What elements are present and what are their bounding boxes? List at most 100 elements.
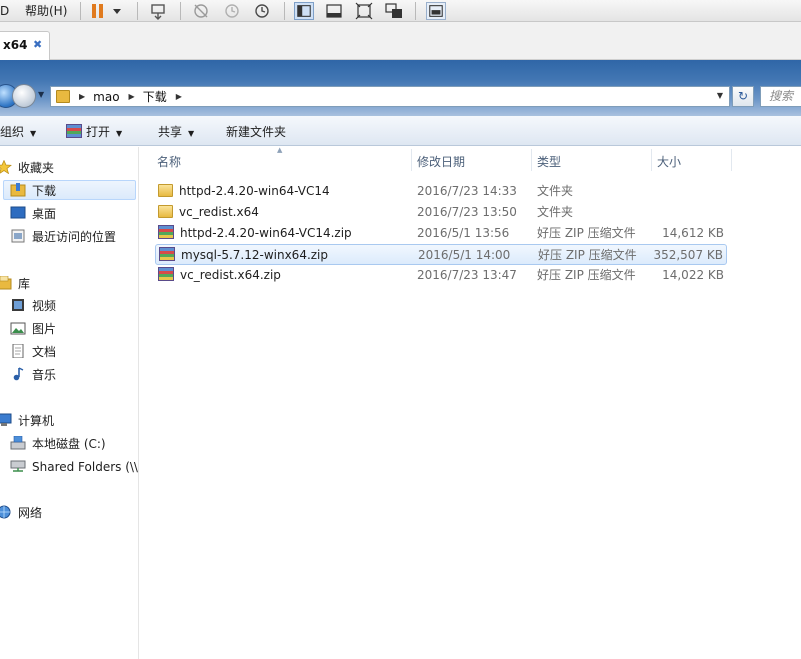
pause-icon[interactable] — [88, 2, 108, 20]
star-icon — [0, 160, 12, 174]
nav-network-label: 网络 — [18, 506, 43, 520]
file-type: 文件夹 — [537, 205, 574, 219]
forward-button[interactable] — [12, 84, 36, 108]
computer-icon — [0, 413, 12, 426]
breadcrumb-downloads[interactable]: 下载 — [143, 88, 167, 105]
file-row[interactable]: httpd-2.4.20-win64-VC14.zip 2016/5/1 13:… — [155, 223, 727, 244]
file-name: vc_redist.x64.zip — [180, 268, 281, 282]
file-type: 好压 ZIP 压缩文件 — [537, 226, 636, 240]
recent-places-icon — [11, 229, 25, 243]
toolbar-divider — [284, 2, 285, 20]
hard-disk-icon — [10, 436, 26, 450]
menu-partial[interactable]: D — [0, 0, 9, 22]
vm-tab-strip: x64 ✖ — [0, 22, 801, 61]
navigation-pane: 收藏夹 下载 桌面 最近访问的位置 库 视频 图片 文档 音乐 计算机 本地磁盘… — [0, 147, 139, 659]
nav-shared-folders[interactable]: Shared Folders (\\ — [10, 457, 138, 477]
share-button[interactable]: 共享 ▼ — [158, 123, 194, 140]
refresh-button[interactable]: ↻ — [732, 86, 754, 107]
nav-recent[interactable]: 最近访问的位置 — [10, 227, 116, 247]
nav-music[interactable]: 音乐 — [10, 365, 56, 385]
address-bar[interactable]: ▶ mao ▶ 下载 ▶ ▼ — [50, 86, 730, 107]
breadcrumb-mao[interactable]: mao — [93, 90, 119, 104]
column-divider[interactable] — [411, 149, 412, 171]
column-header-size[interactable]: 大小 — [657, 153, 681, 170]
network-icon — [0, 505, 11, 519]
crumb-separator-icon[interactable]: ▶ — [129, 92, 135, 101]
file-date: 2016/7/23 14:33 — [417, 184, 517, 198]
file-name: vc_redist.x64 — [179, 205, 259, 219]
nav-downloads-label: 下载 — [32, 184, 57, 198]
file-name: httpd-2.4.20-win64-VC14.zip — [180, 226, 352, 240]
column-divider[interactable] — [531, 149, 532, 171]
file-date: 2016/7/23 13:47 — [417, 268, 517, 282]
file-date: 2016/5/1 14:00 — [418, 248, 511, 262]
crumb-separator-icon[interactable]: ▶ — [176, 92, 182, 101]
column-divider[interactable] — [651, 149, 652, 171]
nav-downloads[interactable]: 下载 — [3, 180, 136, 200]
file-row[interactable]: httpd-2.4.20-win64-VC14 2016/7/23 14:33 … — [155, 181, 727, 202]
crumb-separator-icon[interactable]: ▶ — [79, 92, 85, 101]
address-dropdown-icon[interactable]: ▼ — [717, 91, 723, 100]
pictures-icon — [10, 322, 26, 335]
nav-network[interactable]: 网络 — [0, 503, 42, 523]
nav-videos[interactable]: 视频 — [10, 296, 56, 316]
snapshot-manager-icon[interactable] — [252, 2, 272, 20]
nav-desktop-label: 桌面 — [32, 207, 57, 221]
zip-archive-icon — [158, 267, 174, 281]
nav-documents-label: 文档 — [32, 345, 57, 359]
fullscreen-icon[interactable] — [354, 2, 374, 20]
column-header-type[interactable]: 类型 — [537, 153, 561, 170]
toolbar-divider — [180, 2, 181, 20]
nav-desktop[interactable]: 桌面 — [10, 204, 56, 224]
nav-favorites[interactable]: 收藏夹 — [0, 158, 54, 178]
network-drive-icon — [10, 460, 26, 472]
nav-pictures[interactable]: 图片 — [10, 319, 56, 339]
nav-shared-folders-label: Shared Folders (\\ — [32, 460, 138, 474]
video-icon — [12, 299, 24, 311]
chevron-down-icon: ▼ — [188, 129, 195, 138]
desktop-icon — [10, 206, 26, 219]
zip-archive-icon — [158, 225, 174, 239]
file-name: httpd-2.4.20-win64-VC14 — [179, 184, 330, 198]
nav-computer[interactable]: 计算机 — [0, 411, 54, 431]
search-input[interactable]: 搜索 — [760, 86, 801, 107]
vm-tab[interactable]: x64 ✖ — [0, 31, 50, 61]
unity-icon[interactable] — [384, 2, 404, 20]
toolbar-divider — [415, 2, 416, 20]
open-label: 打开 — [86, 125, 111, 139]
file-row[interactable]: vc_redist.x64 2016/7/23 13:50 文件夹 — [155, 202, 727, 223]
column-divider[interactable] — [731, 149, 732, 171]
toolbar-divider — [80, 2, 81, 20]
chevron-down-icon: ▼ — [30, 129, 37, 138]
downloads-folder-icon — [10, 183, 26, 197]
file-size: 14,612 KB — [662, 226, 724, 240]
send-keys-icon[interactable] — [148, 2, 168, 20]
snapshot-disabled-icon[interactable] — [191, 2, 211, 20]
organize-button[interactable]: 组织 ▼ — [0, 123, 36, 140]
nav-local-disk[interactable]: 本地磁盘 (C:) — [10, 434, 106, 454]
recent-pages-dropdown-icon[interactable]: ▼ — [38, 90, 44, 99]
column-headers: 名称 ▲ 修改日期 类型 大小 — [140, 146, 801, 173]
snapshot-restore-icon[interactable] — [222, 2, 242, 20]
command-bar: 组织 ▼ 打开 ▼ 共享 ▼ 新建文件夹 — [0, 116, 801, 146]
thumbnail-icon[interactable] — [426, 2, 446, 20]
column-header-name[interactable]: 名称 — [157, 153, 181, 170]
console-view-icon[interactable] — [324, 2, 344, 20]
organize-label: 组织 — [0, 125, 25, 139]
nav-documents[interactable]: 文档 — [10, 342, 56, 362]
file-type: 好压 ZIP 压缩文件 — [537, 268, 636, 282]
help-menu[interactable]: 帮助(H) — [25, 0, 67, 22]
nav-libraries[interactable]: 库 — [0, 274, 30, 294]
file-type: 文件夹 — [537, 184, 574, 198]
new-folder-button[interactable]: 新建文件夹 — [226, 123, 286, 140]
file-date: 2016/5/1 13:56 — [417, 226, 510, 240]
file-size: 352,507 KB — [653, 248, 723, 262]
dropdown-arrow-icon[interactable] — [110, 2, 124, 20]
file-row-selected[interactable]: mysql-5.7.12-winx64.zip 2016/5/1 14:00 好… — [155, 244, 727, 265]
file-row[interactable]: vc_redist.x64.zip 2016/7/23 13:47 好压 ZIP… — [155, 265, 727, 286]
nav-videos-label: 视频 — [32, 299, 57, 313]
column-header-date[interactable]: 修改日期 — [417, 153, 465, 170]
sidebar-view-icon[interactable] — [294, 2, 314, 20]
close-icon[interactable]: ✖ — [33, 38, 42, 51]
open-button[interactable]: 打开 ▼ — [66, 123, 122, 140]
